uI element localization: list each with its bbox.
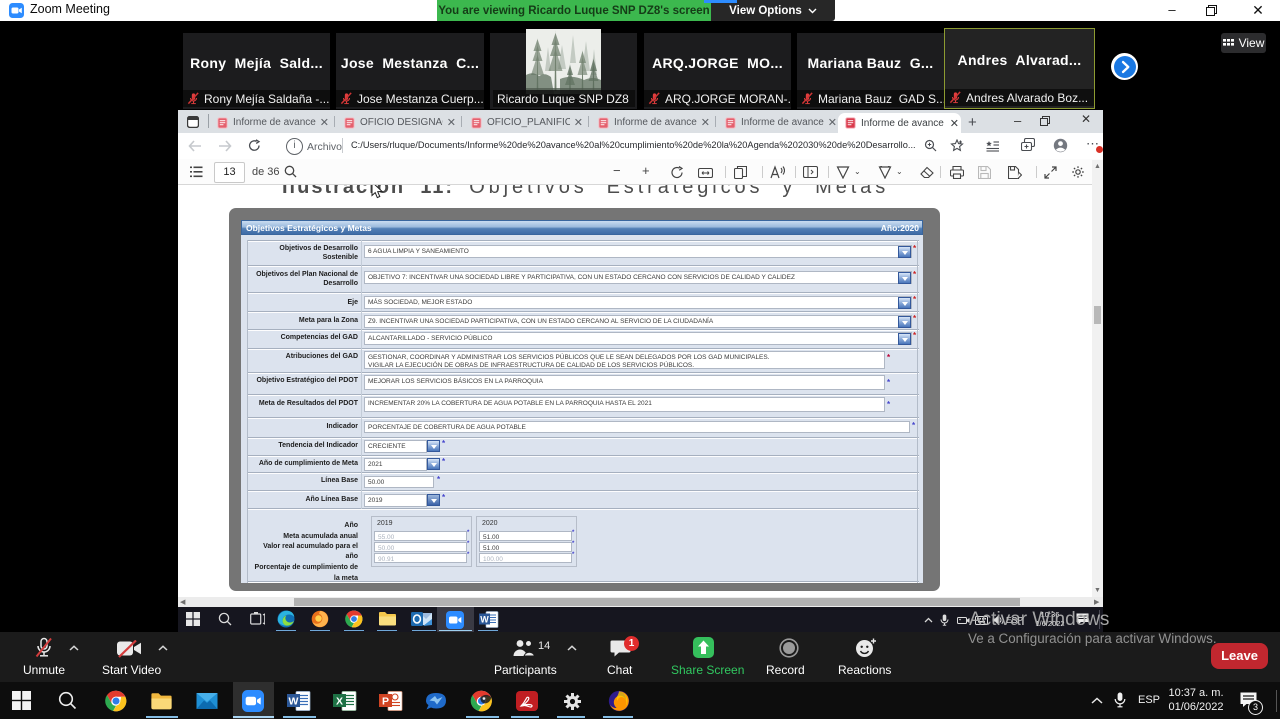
- svg-text:X: X: [336, 695, 343, 707]
- svg-text:P: P: [382, 695, 389, 707]
- svg-text:W: W: [480, 614, 489, 624]
- svg-text:W: W: [289, 695, 299, 707]
